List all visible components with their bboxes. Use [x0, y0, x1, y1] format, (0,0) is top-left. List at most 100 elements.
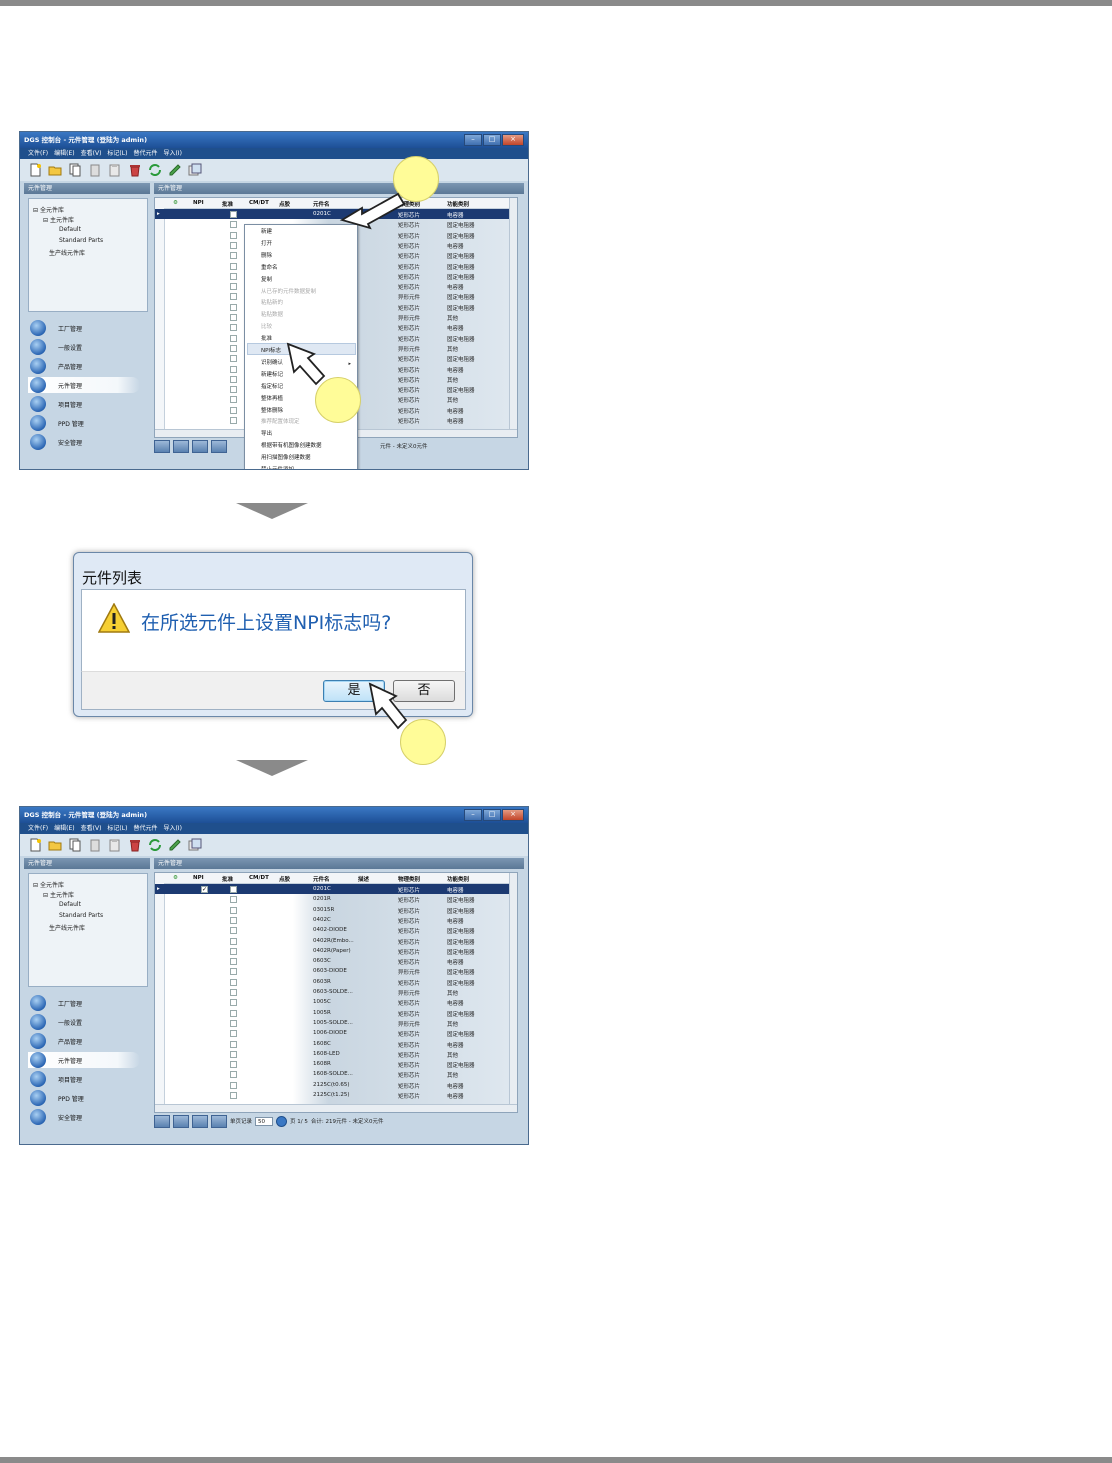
col-physical[interactable]: 物理类别: [398, 875, 420, 883]
first-page-button[interactable]: [154, 1114, 170, 1128]
table-row[interactable]: 0603-DIODE 异形元件 固定电阻器: [155, 966, 517, 976]
context-menu-item[interactable]: 批准: [261, 334, 272, 342]
col-part-name[interactable]: 元件名: [313, 875, 330, 883]
table-row[interactable]: 1608R 矩形芯片 固定电阻器: [155, 1059, 517, 1069]
approve-checkbox[interactable]: [230, 417, 237, 424]
approve-checkbox[interactable]: [230, 1009, 237, 1017]
context-menu-item[interactable]: 整体删除: [261, 406, 283, 414]
approve-checkbox[interactable]: [230, 999, 237, 1007]
nav-product[interactable]: 产品管理: [28, 358, 140, 374]
table-row[interactable]: 1608C 矩形芯片 电容器: [155, 1039, 517, 1049]
nav-general[interactable]: 一般设置: [28, 339, 140, 355]
approve-checkbox[interactable]: [230, 241, 237, 249]
new-file-icon[interactable]: [28, 838, 42, 852]
refresh-icon[interactable]: [148, 838, 162, 852]
approve-checkbox[interactable]: [230, 406, 237, 414]
nav-security[interactable]: 安全管理: [28, 434, 140, 450]
vertical-scrollbar[interactable]: [509, 873, 517, 1112]
col-part-name[interactable]: 元件名: [313, 200, 330, 208]
table-row[interactable]: 0402R(Embo... 矩形芯片 固定电阻器: [155, 936, 517, 946]
nav-factory[interactable]: 工厂管理: [28, 320, 140, 336]
nav-factory[interactable]: 工厂管理: [28, 995, 140, 1011]
menu-edit[interactable]: 编辑(E): [54, 148, 74, 159]
refresh-page-icon[interactable]: [276, 1115, 288, 1127]
maximize-button[interactable]: □: [483, 134, 501, 146]
last-page-button[interactable]: [211, 1114, 227, 1128]
nav-general[interactable]: 一般设置: [28, 1014, 140, 1030]
menu-import[interactable]: 导入(I): [163, 823, 181, 834]
context-menu-item[interactable]: 复制: [261, 275, 272, 283]
approve-checkbox[interactable]: [230, 1092, 237, 1099]
table-row[interactable]: 1608-SOLDE... 矩形芯片 其他: [155, 1069, 517, 1079]
tree-item-all[interactable]: ⊟ 全元件库: [33, 880, 64, 889]
close-button[interactable]: ×: [502, 134, 524, 146]
first-page-button[interactable]: [154, 439, 170, 453]
approve-checkbox[interactable]: [230, 916, 237, 924]
nav-parts[interactable]: 元件管理: [28, 377, 140, 393]
approve-checkbox[interactable]: [230, 386, 237, 394]
approve-checkbox[interactable]: [230, 283, 237, 291]
approve-checkbox[interactable]: [230, 221, 237, 229]
context-menu-item[interactable]: 新建标记: [261, 370, 283, 378]
table-row[interactable]: 0603R 矩形芯片 固定电阻器: [155, 977, 517, 987]
approve-checkbox[interactable]: [230, 314, 237, 321]
approve-checkbox[interactable]: [230, 1019, 237, 1027]
prev-page-button[interactable]: [173, 439, 189, 453]
approve-checkbox[interactable]: [230, 262, 237, 270]
context-menu-item[interactable]: 整体再植: [261, 394, 283, 402]
menu-alternate[interactable]: 替代元件: [133, 823, 157, 834]
open-folder-icon[interactable]: [48, 163, 62, 177]
col-cmdt[interactable]: CM/DT: [249, 200, 269, 206]
approve-checkbox[interactable]: [230, 906, 237, 914]
copy-icon[interactable]: [68, 163, 82, 177]
menu-view[interactable]: 查看(V): [81, 823, 102, 834]
approve-checkbox[interactable]: [230, 231, 237, 239]
context-menu-item[interactable]: 新建: [261, 227, 272, 235]
export-icon[interactable]: [188, 838, 202, 852]
context-menu-item[interactable]: 识别确认: [261, 358, 283, 366]
approve-checkbox[interactable]: [230, 324, 237, 332]
tree-item-line-library[interactable]: 生产线元件库: [49, 923, 85, 932]
nav-ppd[interactable]: PPD 管理: [28, 1090, 140, 1106]
approve-checkbox[interactable]: [230, 978, 237, 986]
col-glue[interactable]: 点胶: [279, 200, 290, 208]
paste-icon[interactable]: [88, 838, 102, 852]
approve-checkbox[interactable]: [230, 211, 237, 218]
approve-checkbox[interactable]: [230, 1050, 237, 1058]
approve-checkbox[interactable]: [230, 396, 237, 404]
tree-item-default[interactable]: Default: [59, 226, 81, 233]
nav-project[interactable]: 项目管理: [28, 1071, 140, 1087]
table-row[interactable]: 1005C 矩形芯片 电容器: [155, 997, 517, 1007]
approve-checkbox[interactable]: [230, 334, 237, 342]
per-page-input[interactable]: 50: [255, 1116, 274, 1126]
nav-security[interactable]: 安全管理: [28, 1109, 140, 1125]
col-description[interactable]: 描述: [358, 875, 369, 883]
new-file-icon[interactable]: [28, 163, 42, 177]
nav-parts[interactable]: 元件管理: [28, 1052, 140, 1068]
approve-icon[interactable]: [168, 163, 182, 177]
table-row[interactable]: 1005-SOLDE... 异形元件 其他: [155, 1018, 517, 1028]
table-row[interactable]: 0402R(Paper) 矩形芯片 固定电阻器: [155, 946, 517, 956]
table-row[interactable]: 0201R 矩形芯片 固定电阻器: [155, 894, 517, 904]
close-button[interactable]: ×: [502, 809, 524, 821]
context-menu-item[interactable]: 重命名: [261, 263, 278, 271]
npi-checkbox[interactable]: ✓: [201, 886, 208, 893]
col-function[interactable]: 功能类别: [447, 200, 469, 208]
table-row[interactable]: 1006-DIODE 矩形芯片 固定电阻器: [155, 1028, 517, 1038]
table-row[interactable]: ▸ 0201C 矩形芯片 电容器: [155, 209, 517, 220]
minimize-button[interactable]: –: [464, 809, 482, 821]
delete-icon[interactable]: [128, 838, 142, 852]
approve-checkbox[interactable]: [230, 293, 237, 301]
vertical-scrollbar[interactable]: [509, 198, 517, 437]
approve-checkbox[interactable]: [230, 375, 237, 383]
clipboard-icon[interactable]: [108, 838, 122, 852]
col-approve[interactable]: 批准: [222, 200, 233, 208]
context-menu-item[interactable]: 导出: [261, 429, 272, 437]
approve-checkbox[interactable]: [230, 896, 237, 904]
settings-icon[interactable]: ⚙: [173, 875, 178, 881]
next-page-button[interactable]: [192, 1114, 208, 1128]
approve-checkbox[interactable]: [230, 1061, 237, 1069]
approve-checkbox[interactable]: [230, 365, 237, 373]
table-row[interactable]: 2125C(t0.65) 矩形芯片 电容器: [155, 1080, 517, 1090]
tree-item-all[interactable]: ⊟ 全元件库: [33, 205, 64, 214]
